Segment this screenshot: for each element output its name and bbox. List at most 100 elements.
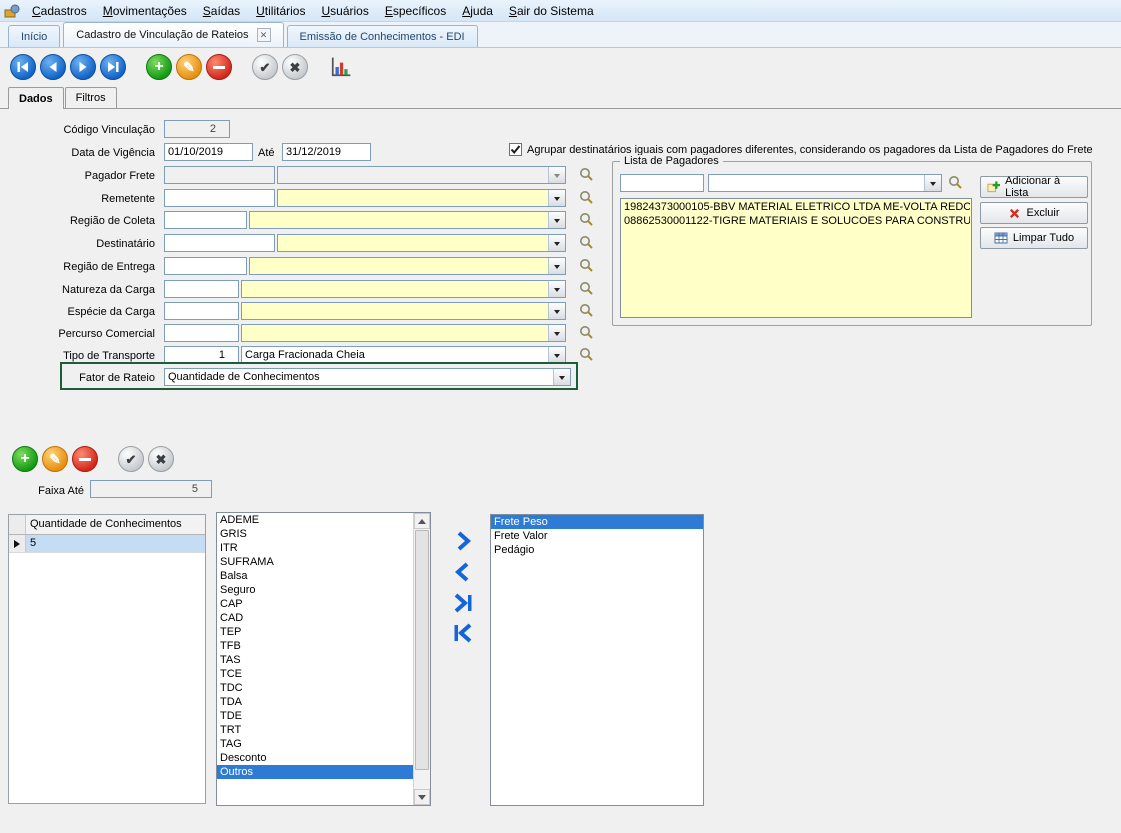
chevron-down-icon[interactable] bbox=[548, 190, 565, 206]
menu-item[interactable]: Específicos bbox=[377, 1, 454, 21]
menu-item[interactable]: Sair do Sistema bbox=[501, 1, 602, 21]
tab-filtros[interactable]: Filtros bbox=[65, 87, 117, 108]
chevron-down-icon[interactable] bbox=[548, 258, 565, 274]
chevron-down-icon[interactable] bbox=[924, 175, 941, 191]
menu-item[interactable]: Usuários bbox=[313, 1, 376, 21]
data-vigencia-ate-field[interactable]: 31/12/2019 bbox=[282, 143, 371, 161]
available-components-listbox[interactable]: ADEMEGRISITRSUFRAMABalsaSeguroCAPCADTEPT… bbox=[216, 512, 431, 806]
close-icon[interactable]: ✕ bbox=[257, 28, 271, 42]
component-list-item[interactable]: TFB bbox=[217, 639, 413, 653]
scrollbar-thumb[interactable] bbox=[415, 530, 429, 770]
component-list-item[interactable]: TAS bbox=[217, 653, 413, 667]
nav-last-button[interactable] bbox=[100, 54, 126, 80]
natureza-carga-code-field[interactable] bbox=[164, 280, 239, 298]
component-list-item[interactable]: CAP bbox=[217, 597, 413, 611]
chevron-down-icon[interactable] bbox=[548, 235, 565, 251]
component-list-item[interactable]: GRIS bbox=[217, 527, 413, 541]
menu-item[interactable]: Movimentações bbox=[95, 1, 195, 21]
search-icon[interactable] bbox=[579, 281, 595, 297]
chevron-down-icon[interactable] bbox=[548, 212, 565, 228]
natureza-carga-combo[interactable] bbox=[241, 280, 566, 298]
move-right-button[interactable] bbox=[450, 528, 476, 554]
search-icon[interactable] bbox=[948, 175, 964, 191]
delete-button[interactable] bbox=[206, 54, 232, 80]
component-list-item[interactable]: CAD bbox=[217, 611, 413, 625]
component-list-item[interactable]: TDE bbox=[217, 709, 413, 723]
faixa-edit-button[interactable]: ✎ bbox=[42, 446, 68, 472]
add-button[interactable]: + bbox=[146, 54, 172, 80]
component-list-item[interactable]: SUFRAMA bbox=[217, 555, 413, 569]
menu-item[interactable]: Ajuda bbox=[454, 1, 501, 21]
nav-next-button[interactable] bbox=[70, 54, 96, 80]
nav-previous-button[interactable] bbox=[40, 54, 66, 80]
grid-cell[interactable]: 5 bbox=[26, 535, 205, 552]
destinatario-code-field[interactable] bbox=[164, 234, 275, 252]
component-list-item[interactable]: TDC bbox=[217, 681, 413, 695]
grid-row[interactable]: 5 bbox=[9, 535, 205, 553]
tipo-transporte-combo[interactable]: Carga Fracionada Cheia bbox=[241, 346, 566, 364]
component-list-item[interactable]: Outros bbox=[217, 765, 413, 779]
component-list-item[interactable]: TEP bbox=[217, 625, 413, 639]
faixa-add-button[interactable]: + bbox=[12, 446, 38, 472]
edit-button[interactable]: ✎ bbox=[176, 54, 202, 80]
remetente-code-field[interactable] bbox=[164, 189, 275, 207]
chevron-down-icon[interactable] bbox=[548, 281, 565, 297]
vertical-scrollbar[interactable] bbox=[413, 513, 430, 805]
agrupar-checkbox[interactable] bbox=[509, 143, 522, 156]
pagadores-listbox[interactable]: 19824373000105-BBV MATERIAL ELETRICO LTD… bbox=[620, 198, 972, 318]
scroll-down-button[interactable] bbox=[414, 789, 430, 805]
menu-item[interactable]: Saídas bbox=[195, 1, 248, 21]
chevron-down-icon[interactable] bbox=[548, 325, 565, 341]
search-icon[interactable] bbox=[579, 190, 595, 206]
component-list-item[interactable]: Seguro bbox=[217, 583, 413, 597]
menu-item[interactable]: Utilitários bbox=[248, 1, 313, 21]
grid-column-header[interactable]: Quantidade de Conhecimentos bbox=[26, 515, 205, 534]
chart-button[interactable] bbox=[328, 54, 354, 80]
search-icon[interactable] bbox=[579, 258, 595, 274]
regiao-entrega-code-field[interactable] bbox=[164, 257, 247, 275]
search-icon[interactable] bbox=[579, 325, 595, 341]
tab-cadastro-vinculacao-rateios[interactable]: Cadastro de Vinculação de Rateios ✕ bbox=[63, 22, 283, 47]
search-icon[interactable] bbox=[579, 167, 595, 183]
search-icon[interactable] bbox=[579, 347, 595, 363]
faixa-confirm-button[interactable]: ✔ bbox=[118, 446, 144, 472]
search-icon[interactable] bbox=[579, 235, 595, 251]
pagador-code-field[interactable] bbox=[620, 174, 704, 192]
move-all-right-button[interactable] bbox=[450, 590, 476, 616]
adicionar-lista-button[interactable]: Adicionar à Lista bbox=[980, 176, 1088, 198]
search-icon[interactable] bbox=[579, 212, 595, 228]
component-list-item[interactable]: Frete Peso bbox=[491, 515, 703, 529]
component-list-item[interactable]: Balsa bbox=[217, 569, 413, 583]
selected-components-listbox[interactable]: Frete PesoFrete ValorPedágio bbox=[490, 514, 704, 806]
limpar-tudo-button[interactable]: Limpar Tudo bbox=[980, 227, 1088, 249]
excluir-button[interactable]: Excluir bbox=[980, 202, 1088, 224]
scroll-up-button[interactable] bbox=[414, 513, 430, 529]
menu-item[interactable]: Cadastros bbox=[24, 1, 95, 21]
move-all-left-button[interactable] bbox=[450, 620, 476, 646]
percurso-comercial-combo[interactable] bbox=[241, 324, 566, 342]
tab-inicio[interactable]: Início bbox=[8, 25, 60, 47]
component-list-item[interactable]: ADEME bbox=[217, 513, 413, 527]
regiao-entrega-combo[interactable] bbox=[249, 257, 566, 275]
tab-dados[interactable]: Dados bbox=[8, 87, 64, 109]
regiao-coleta-combo[interactable] bbox=[249, 211, 566, 229]
especie-carga-code-field[interactable] bbox=[164, 302, 239, 320]
faixa-cancel-button[interactable]: ✖ bbox=[148, 446, 174, 472]
component-list-item[interactable]: TCE bbox=[217, 667, 413, 681]
nav-first-button[interactable] bbox=[10, 54, 36, 80]
confirm-button[interactable]: ✔ bbox=[252, 54, 278, 80]
regiao-coleta-code-field[interactable] bbox=[164, 211, 247, 229]
especie-carga-combo[interactable] bbox=[241, 302, 566, 320]
chevron-down-icon[interactable] bbox=[553, 369, 570, 385]
pagador-list-item[interactable]: 08862530001122-TIGRE MATERIAIS E SOLUCOE… bbox=[622, 214, 970, 228]
component-list-item[interactable]: TAG bbox=[217, 737, 413, 751]
component-list-item[interactable]: Pedágio bbox=[491, 543, 703, 557]
pagador-list-item[interactable]: 19824373000105-BBV MATERIAL ELETRICO LTD… bbox=[622, 200, 970, 214]
component-list-item[interactable]: ITR bbox=[217, 541, 413, 555]
component-list-item[interactable]: Frete Valor bbox=[491, 529, 703, 543]
search-icon[interactable] bbox=[579, 303, 595, 319]
data-vigencia-de-field[interactable]: 01/10/2019 bbox=[164, 143, 253, 161]
chevron-down-icon[interactable] bbox=[548, 303, 565, 319]
chevron-down-icon[interactable] bbox=[548, 347, 565, 363]
component-list-item[interactable]: TDA bbox=[217, 695, 413, 709]
